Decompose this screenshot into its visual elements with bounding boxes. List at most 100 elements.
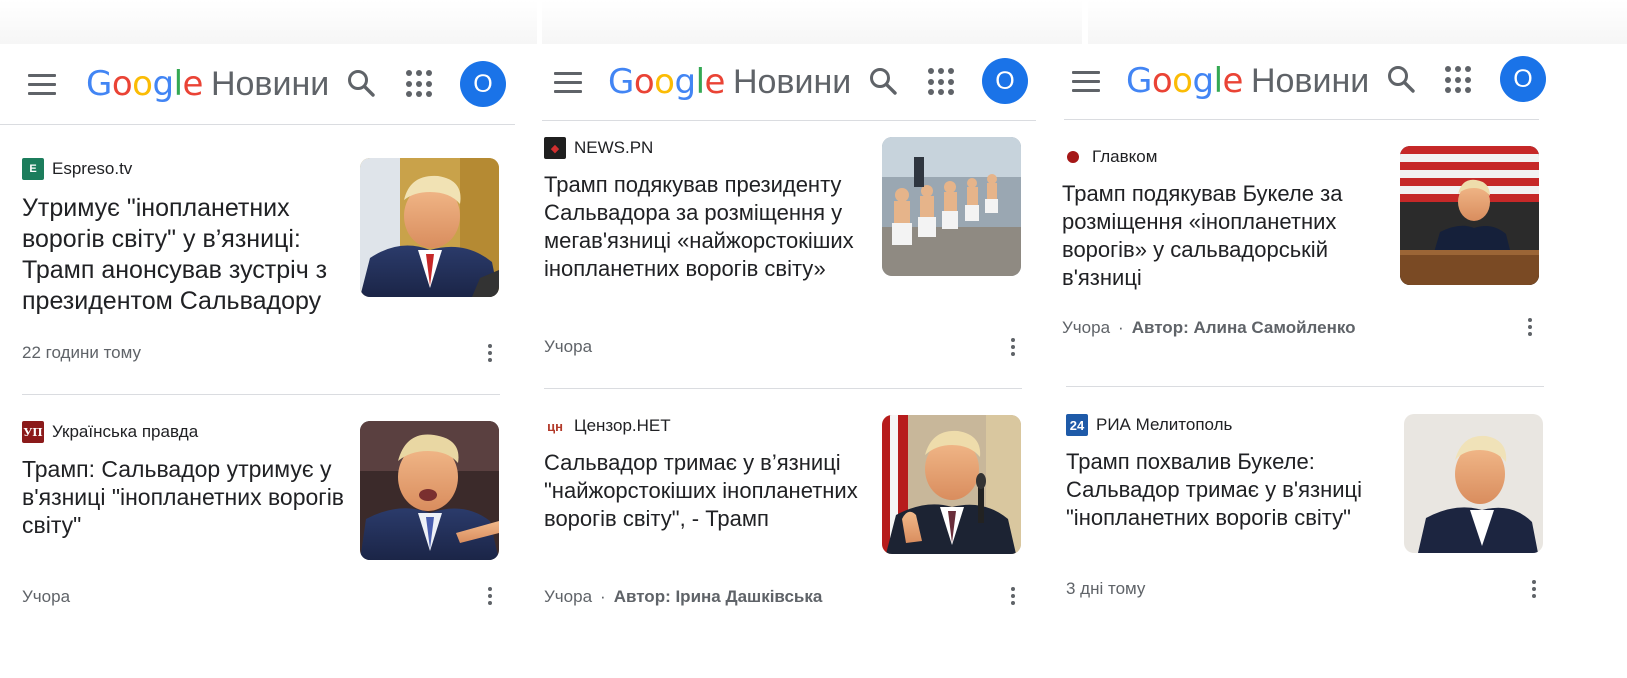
menu-icon[interactable] — [554, 65, 588, 99]
article-meta: 22 години тому — [22, 343, 141, 363]
menu-icon[interactable] — [28, 67, 62, 101]
article-divider — [544, 388, 1022, 389]
meta-separator: · — [1118, 318, 1124, 337]
source-name: Українська правда — [52, 422, 199, 441]
article-time: Учора — [544, 587, 593, 606]
article-time: 22 години тому — [22, 343, 141, 362]
article-author: Автор: Ірина Дашківська — [613, 587, 823, 606]
source-name: Цензор.НЕТ — [574, 416, 671, 435]
article-card[interactable]: ◆ NEWS.PN Трамп подякував президенту Сал… — [544, 137, 1024, 367]
account-avatar[interactable]: O — [982, 58, 1028, 104]
newspn-logo-icon: ◆ — [544, 137, 566, 159]
article-source[interactable]: 24 РИА Мелитополь — [1066, 414, 1232, 436]
more-options-icon[interactable] — [480, 340, 500, 366]
more-options-icon[interactable] — [1003, 583, 1023, 609]
google-news-logo[interactable]: Google Новини — [1126, 61, 1369, 101]
apps-grid-icon[interactable] — [406, 70, 434, 98]
donald-trump-speech-photo — [1400, 146, 1539, 285]
donald-trump-photo — [360, 158, 499, 297]
article-card[interactable]: 24 РИА Мелитополь Трамп похвалив Букеле:… — [1066, 414, 1546, 614]
article-meta: Учора · Автор: Ірина Дашківська — [544, 587, 822, 607]
menu-icon[interactable] — [1072, 64, 1106, 98]
article-thumbnail[interactable] — [1400, 146, 1539, 285]
article-time: 3 дні тому — [1066, 579, 1146, 598]
meta-separator: · — [600, 587, 606, 606]
censor-logo-icon: цн — [547, 418, 563, 434]
search-icon[interactable] — [868, 66, 898, 96]
article-source[interactable]: УП Українська правда — [22, 421, 198, 443]
google-wordmark: Google — [608, 62, 725, 102]
article-thumbnail[interactable] — [882, 137, 1021, 276]
source-name: NEWS.PN — [574, 138, 654, 157]
espreso-logo-icon: E — [22, 158, 44, 180]
appbar-divider — [542, 120, 1036, 121]
article-source[interactable]: ◆ NEWS.PN — [544, 137, 653, 159]
article-divider — [22, 394, 500, 395]
product-name: Новини — [732, 63, 852, 101]
article-card[interactable]: УП Українська правда Трамп: Сальвадор ут… — [22, 421, 502, 611]
article-time: Учора — [1062, 318, 1111, 337]
ria-logo-icon: 24 — [1066, 414, 1088, 436]
google-news-logo[interactable]: Google Новини — [608, 62, 851, 102]
article-headline[interactable]: Трамп подякував президенту Сальвадора за… — [544, 171, 864, 283]
account-avatar[interactable]: O — [1500, 56, 1546, 102]
article-headline[interactable]: Трамп подякував Букеле за розміщення «ін… — [1062, 180, 1382, 292]
more-options-icon[interactable] — [480, 583, 500, 609]
article-thumbnail[interactable] — [1404, 414, 1543, 553]
article-source[interactable]: E Espreso.tv — [22, 158, 132, 180]
news-panel-1: Google Новини O E Espreso.tv Утримує "ін… — [0, 0, 537, 678]
article-headline[interactable]: Сальвадор тримає у в’язниці "найжорстокі… — [544, 449, 874, 533]
news-panel-3: Google Новини O Главком Трамп подякував … — [1062, 0, 1627, 678]
pravda-logo-icon: УП — [22, 421, 44, 443]
search-icon[interactable] — [346, 68, 376, 98]
article-thumbnail[interactable] — [882, 415, 1021, 554]
product-name: Новини — [210, 65, 330, 103]
article-thumbnail[interactable] — [360, 158, 499, 297]
more-options-icon[interactable] — [1003, 334, 1023, 360]
app-bar: Google Новини O — [1072, 41, 1627, 121]
source-name: Главком — [1092, 147, 1158, 166]
article-time: Учора — [22, 587, 71, 606]
article-meta: Учора — [22, 587, 70, 607]
news-panel-2: Google Новини O ◆ NEWS.PN Трамп подякува… — [542, 0, 1082, 678]
google-news-logo[interactable]: Google Новини — [86, 64, 329, 104]
article-divider — [1066, 386, 1544, 387]
donald-trump-photo — [1404, 414, 1543, 553]
article-headline[interactable]: Трамп: Сальвадор утримує у в'язниці "іно… — [22, 455, 352, 539]
article-author: Автор: Алина Самойленко — [1131, 318, 1356, 337]
article-meta: Учора · Автор: Алина Самойленко — [1062, 318, 1356, 338]
donald-trump-photo — [882, 415, 1021, 554]
search-icon[interactable] — [1386, 64, 1416, 94]
article-source[interactable]: Главком — [1062, 146, 1157, 168]
google-wordmark: Google — [86, 64, 203, 104]
status-area — [1088, 0, 1627, 44]
status-area — [0, 0, 537, 44]
appbar-divider — [0, 124, 515, 125]
appbar-divider — [1064, 119, 1539, 120]
article-headline[interactable]: Трамп похвалив Букеле: Сальвадор тримає … — [1066, 448, 1391, 532]
article-thumbnail[interactable] — [360, 421, 499, 560]
apps-grid-icon[interactable] — [928, 68, 956, 96]
article-meta: 3 дні тому — [1066, 579, 1145, 599]
donald-trump-photo — [360, 421, 499, 560]
apps-grid-icon[interactable] — [1445, 66, 1473, 94]
glavcom-dot-icon — [1062, 146, 1084, 168]
source-name: Espreso.tv — [52, 159, 133, 178]
google-wordmark: Google — [1126, 61, 1243, 101]
prisoners-photo — [882, 137, 1021, 276]
article-card[interactable]: цн Цензор.НЕТ Сальвадор тримає у в’язниц… — [544, 415, 1024, 615]
app-bar: Google Новини O — [0, 44, 537, 124]
article-headline[interactable]: Утримує "інопланетних ворогів світу" у в… — [22, 193, 347, 317]
app-bar: Google Новини O — [542, 42, 1082, 122]
article-source[interactable]: цн Цензор.НЕТ — [544, 415, 671, 437]
article-card[interactable]: E Espreso.tv Утримує "інопланетних ворог… — [22, 158, 502, 372]
more-options-icon[interactable] — [1520, 314, 1540, 340]
more-options-icon[interactable] — [1524, 576, 1544, 602]
status-area — [542, 0, 1082, 44]
article-meta: Учора — [544, 337, 592, 357]
product-name: Новини — [1250, 62, 1370, 100]
account-avatar[interactable]: O — [460, 61, 506, 107]
article-card[interactable]: Главком Трамп подякував Букеле за розміщ… — [1062, 146, 1542, 366]
source-name: РИА Мелитополь — [1096, 415, 1233, 434]
article-time: Учора — [544, 337, 593, 356]
